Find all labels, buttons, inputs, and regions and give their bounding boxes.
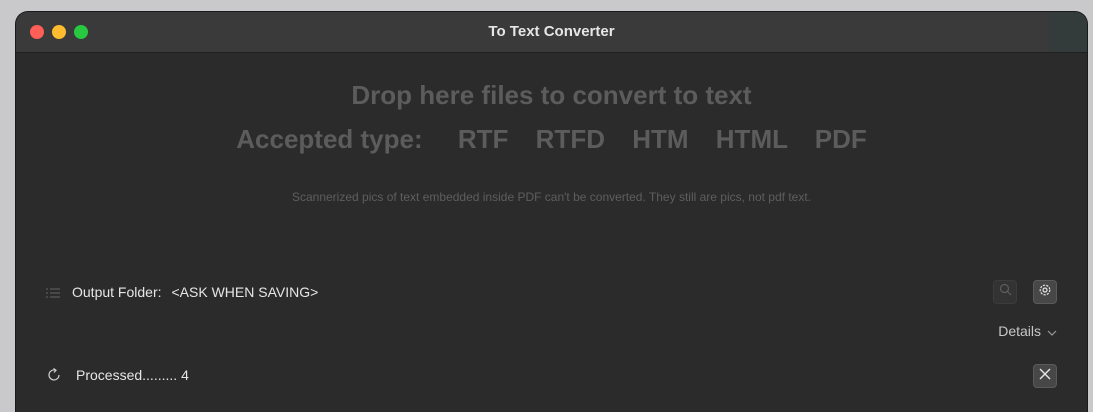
output-folder-value: <ASK WHEN SAVING> [171, 284, 319, 300]
accepted-type-pdf: PDF [814, 124, 867, 154]
drop-zone-heading: Drop here files to convert to text [351, 80, 752, 110]
accepted-type-rtf: RTF [457, 124, 509, 154]
details-label: Details [998, 323, 1041, 339]
app-window: To Text Converter Drop here files to con… [16, 12, 1087, 412]
output-folder-row: Output Folder: <ASK WHEN SAVING> [46, 284, 318, 300]
accepted-types-label: Accepted type: [236, 124, 423, 154]
search-button[interactable] [993, 280, 1017, 304]
list-icon [46, 286, 60, 298]
accepted-type-rtfd: RTFD [535, 124, 605, 154]
gear-icon [1038, 283, 1052, 302]
refresh-icon [46, 367, 62, 383]
close-icon [1039, 367, 1051, 385]
chevron-down-icon [1047, 323, 1057, 339]
title-bar: To Text Converter [16, 12, 1087, 53]
processed-count: 4 [181, 367, 189, 383]
title-bar-corner [1049, 12, 1087, 52]
output-folder-label: Output Folder: [72, 284, 162, 300]
search-icon [999, 283, 1012, 301]
details-toggle[interactable]: Details [998, 323, 1057, 339]
accepted-type-html: HTML [715, 124, 788, 154]
drop-zone-note: Scannerized pics of text embedded inside… [291, 190, 811, 204]
accepted-types: Accepted type: RTF RTFD HTM HTML PDF [16, 124, 1087, 155]
processed-label: Processed......... [76, 367, 178, 383]
processed-status: Processed......... 4 [46, 367, 189, 383]
settings-button[interactable] [1033, 280, 1057, 304]
clear-button[interactable] [1033, 364, 1057, 388]
window-title: To Text Converter [488, 23, 615, 40]
accepted-type-htm: HTM [632, 124, 689, 154]
